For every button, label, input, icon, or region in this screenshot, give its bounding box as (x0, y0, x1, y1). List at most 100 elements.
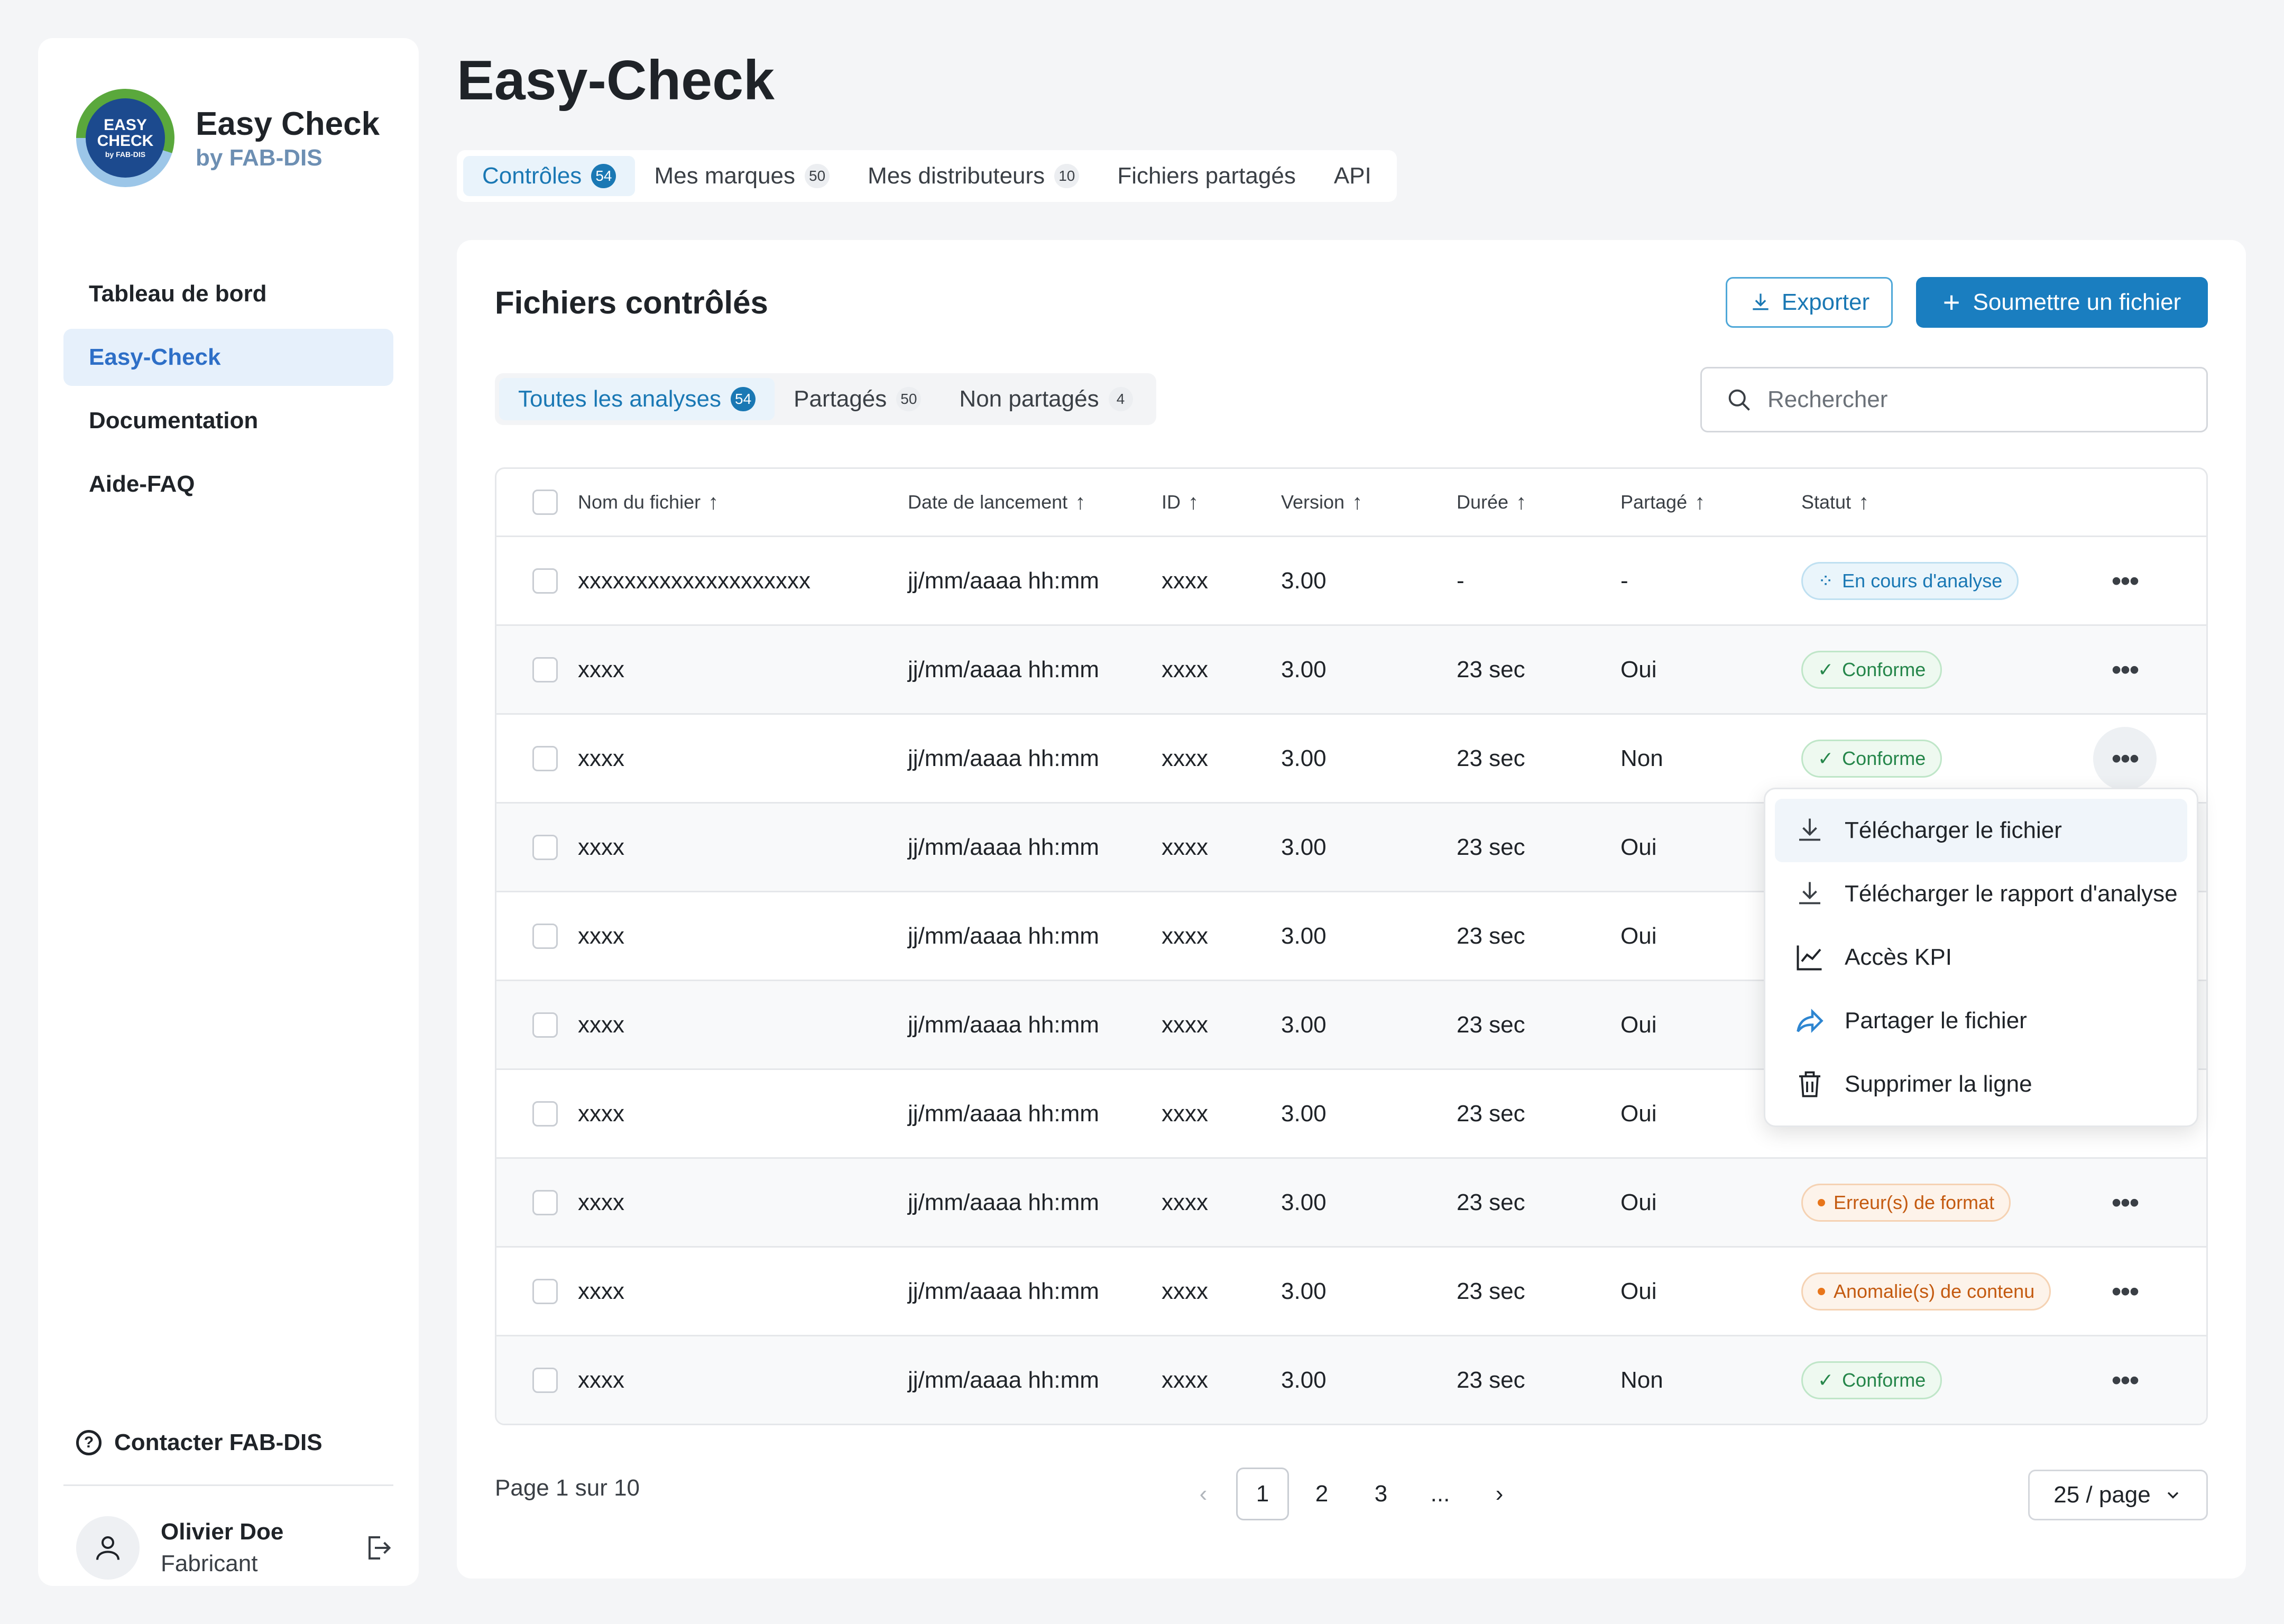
avatar[interactable] (76, 1516, 140, 1580)
filter-partages[interactable]: Partagés 50 (775, 378, 940, 420)
cell-duration: 23 sec (1457, 834, 1525, 860)
filter-toutes[interactable]: Toutes les analyses 54 (499, 378, 775, 420)
check-icon: ✓ (1818, 1369, 1834, 1391)
tab-controles[interactable]: Contrôles 54 (463, 156, 636, 196)
cell-duration: - (1457, 567, 1465, 594)
more-options-icon[interactable]: ••• (2093, 638, 2157, 702)
row-checkbox[interactable] (532, 745, 558, 771)
contact-link[interactable]: ? Contacter FAB-DIS (76, 1429, 323, 1456)
select-all-checkbox[interactable] (532, 490, 558, 515)
col-header-label: Version (1281, 491, 1345, 513)
prev-page-button[interactable]: ‹ (1177, 1468, 1230, 1520)
cell-version: 3.00 (1281, 745, 1327, 771)
page-button[interactable]: 2 (1295, 1468, 1348, 1520)
tab-mes-distributeurs[interactable]: Mes distributeurs 10 (849, 156, 1098, 196)
more-options-icon[interactable]: ••• (2093, 549, 2157, 613)
cell-shared: Non (1620, 1367, 1663, 1393)
sidebar-item-aide-faq[interactable]: Aide-FAQ (63, 456, 393, 513)
menu-item-share[interactable]: Partager le fichier (1775, 989, 2187, 1053)
row-checkbox[interactable] (532, 1189, 558, 1215)
cell-version: 3.00 (1281, 922, 1327, 949)
check-icon: ✓ (1818, 747, 1834, 769)
menu-item-delete[interactable]: Supprimer la ligne (1775, 1053, 2187, 1116)
sidebar-item-tableau-de-bord[interactable]: Tableau de bord (63, 265, 393, 322)
menu-item-download-file[interactable]: Télécharger le fichier (1775, 799, 2187, 862)
next-page-button[interactable]: › (1473, 1468, 1526, 1520)
page-of-label: sur (575, 1475, 607, 1501)
tab-count: 10 (1054, 164, 1080, 188)
tab-api[interactable]: API (1315, 156, 1390, 196)
more-options-icon[interactable]: ••• (2093, 1349, 2157, 1412)
cell-id: xxxx (1162, 1189, 1208, 1215)
cell-id: xxxx (1162, 834, 1208, 860)
page-total: 10 (614, 1475, 640, 1501)
more-options-icon[interactable]: ••• (2093, 1260, 2157, 1323)
search-input[interactable]: Rechercher (1700, 367, 2208, 432)
row-checkbox[interactable] (532, 568, 558, 594)
status-badge: ✓ Conforme (1801, 739, 1942, 778)
table-row[interactable]: xxxx jj/mm/aaaa hh:mm xxxx 3.00 23 sec Oui Err… (496, 1157, 2206, 1246)
row-checkbox[interactable] (532, 1367, 558, 1393)
col-header-date[interactable]: Date de lancement ↑ (908, 491, 1085, 514)
menu-item-kpi[interactable]: Accès KPI (1775, 926, 2187, 989)
cell-shared: Oui (1620, 656, 1657, 682)
per-page-value: 25 / page (2053, 1482, 2151, 1508)
download-icon (1799, 818, 1820, 841)
cell-status: Erreur(s) de format (1801, 1183, 2011, 1222)
cell-duration: 23 sec (1457, 922, 1525, 949)
tab-mes-marques[interactable]: Mes marques 50 (635, 156, 849, 196)
export-label: Exporter (1781, 289, 1870, 315)
logout-icon[interactable] (362, 1532, 393, 1564)
submit-file-button[interactable]: + Soumettre un fichier (1916, 277, 2208, 328)
filter-label: Partagés (794, 386, 887, 412)
table-row[interactable]: xxxx jj/mm/aaaa hh:mm xxxx 3.00 23 sec Oui Ano… (496, 1246, 2206, 1335)
filter-non-partages[interactable]: Non partagés 4 (940, 378, 1152, 420)
menu-item-download-report[interactable]: Télécharger le rapport d'analyse (1775, 862, 2187, 926)
table-row[interactable]: xxxxxxxxxxxxxxxxxxxx jj/mm/aaaa hh:mm xxxx… (496, 536, 2206, 624)
main-tabs: Contrôles 54 Mes marques 50 Mes distribu… (457, 150, 1397, 202)
cell-version: 3.00 (1281, 567, 1327, 594)
page-ellipsis[interactable]: ... (1414, 1468, 1467, 1520)
cell-date: jj/mm/aaaa hh:mm (908, 1278, 1099, 1304)
sort-arrow-icon: ↑ (1075, 490, 1086, 514)
row-checkbox[interactable] (532, 923, 558, 949)
col-header-version[interactable]: Version ↑ (1281, 491, 1362, 514)
sidebar-item-documentation[interactable]: Documentation (63, 392, 393, 449)
sort-arrow-icon: ↑ (1694, 490, 1706, 514)
table-row[interactable]: xxxx jj/mm/aaaa hh:mm xxxx 3.00 23 sec Non ✓ Co… (496, 1335, 2206, 1424)
export-button[interactable]: Exporter (1726, 277, 1893, 328)
cell-shared: Oui (1620, 1011, 1657, 1038)
row-checkbox[interactable] (532, 1101, 558, 1127)
plus-icon: + (1942, 285, 1960, 319)
chevron-left-icon: ‹ (1199, 1481, 1208, 1507)
col-header-id[interactable]: ID ↑ (1162, 491, 1199, 514)
status-label: Anomalie(s) de contenu (1834, 1280, 2035, 1302)
table-row[interactable]: xxxx jj/mm/aaaa hh:mm xxxx 3.00 23 sec Oui ✓ Co… (496, 624, 2206, 713)
status-badge: ⁘ En cours d'analyse (1801, 561, 2019, 600)
brand-subtitle: by FAB-DIS (196, 144, 323, 171)
table-header: Nom du fichier ↑ Date de lancement ↑ ID ↑ V… (496, 469, 2206, 536)
more-options-icon[interactable]: ••• (2093, 1171, 2157, 1234)
col-header-duration[interactable]: Durée ↑ (1457, 491, 1526, 514)
row-checkbox[interactable] (532, 657, 558, 682)
col-header-name[interactable]: Nom du fichier ↑ (578, 491, 719, 514)
cell-date: jj/mm/aaaa hh:mm (908, 1100, 1099, 1127)
row-checkbox[interactable] (532, 1278, 558, 1304)
cell-id: xxxx (1162, 1367, 1208, 1393)
pagination: ‹ 1 2 3 ... › (1177, 1468, 1532, 1520)
row-checkbox[interactable] (532, 834, 558, 860)
more-options-icon[interactable]: ••• (2093, 726, 2157, 790)
brand[interactable]: EASY CHECK by FAB-DIS Easy Check by FAB-… (76, 89, 380, 187)
col-header-shared[interactable]: Partagé ↑ (1620, 491, 1705, 514)
tab-fichiers-partages[interactable]: Fichiers partagés (1098, 156, 1314, 196)
sidebar-item-easy-check[interactable]: Easy-Check (63, 329, 393, 386)
status-badge: ✓ Conforme (1801, 650, 1942, 689)
download-icon (1799, 882, 1820, 905)
tab-label: Contrôles (482, 163, 582, 189)
row-checkbox[interactable] (532, 1012, 558, 1038)
col-header-status[interactable]: Statut ↑ (1801, 491, 1869, 514)
per-page-select[interactable]: 25 / page (2028, 1470, 2208, 1520)
page-button[interactable]: 1 (1236, 1468, 1289, 1520)
page-button[interactable]: 3 (1355, 1468, 1407, 1520)
cell-date: jj/mm/aaaa hh:mm (908, 1011, 1099, 1038)
